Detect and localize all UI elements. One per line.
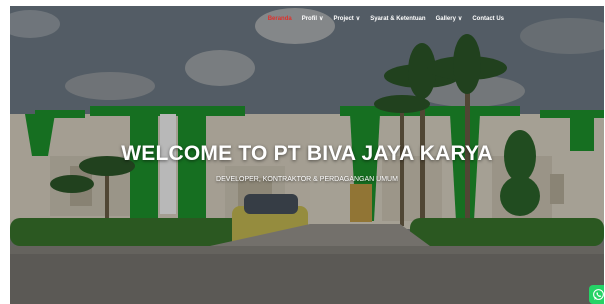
main-navigation: Beranda Profil ∨ Project ∨ Syarat & Kete…: [263, 10, 509, 28]
nav-item-label: Gallery: [435, 16, 456, 22]
nav-item-label: Syarat & Ketentuan: [370, 16, 426, 22]
nav-item-profil[interactable]: Profil ∨: [297, 16, 329, 22]
nav-item-label: Profil: [301, 16, 318, 22]
nav-item-gallery[interactable]: Gallery ∨: [431, 16, 468, 22]
nav-item-label: Project: [333, 16, 354, 22]
hero-section: Beranda Profil ∨ Project ∨ Syarat & Kete…: [10, 6, 604, 304]
nav-item-syarat-ketentuan[interactable]: Syarat & Ketentuan: [365, 16, 430, 22]
chevron-down-icon: ∨: [457, 16, 463, 22]
nav-item-label: Beranda: [267, 16, 292, 22]
nav-item-beranda[interactable]: Beranda: [263, 16, 297, 22]
hero-title: WELCOME TO PT BIVA JAYA KARYA: [121, 142, 493, 165]
nav-item-project[interactable]: Project ∨: [328, 16, 365, 22]
whatsapp-button[interactable]: [589, 285, 604, 304]
nav-item-label: Contact Us: [472, 16, 504, 22]
whatsapp-icon: [593, 289, 604, 300]
nav-item-contact-us[interactable]: Contact Us: [467, 16, 509, 22]
hero-subtitle: DEVELOPER, KONTRAKTOR & PERDAGANGAN UMUM: [216, 176, 398, 183]
chevron-down-icon: ∨: [355, 16, 361, 22]
chevron-down-icon: ∨: [319, 16, 324, 22]
